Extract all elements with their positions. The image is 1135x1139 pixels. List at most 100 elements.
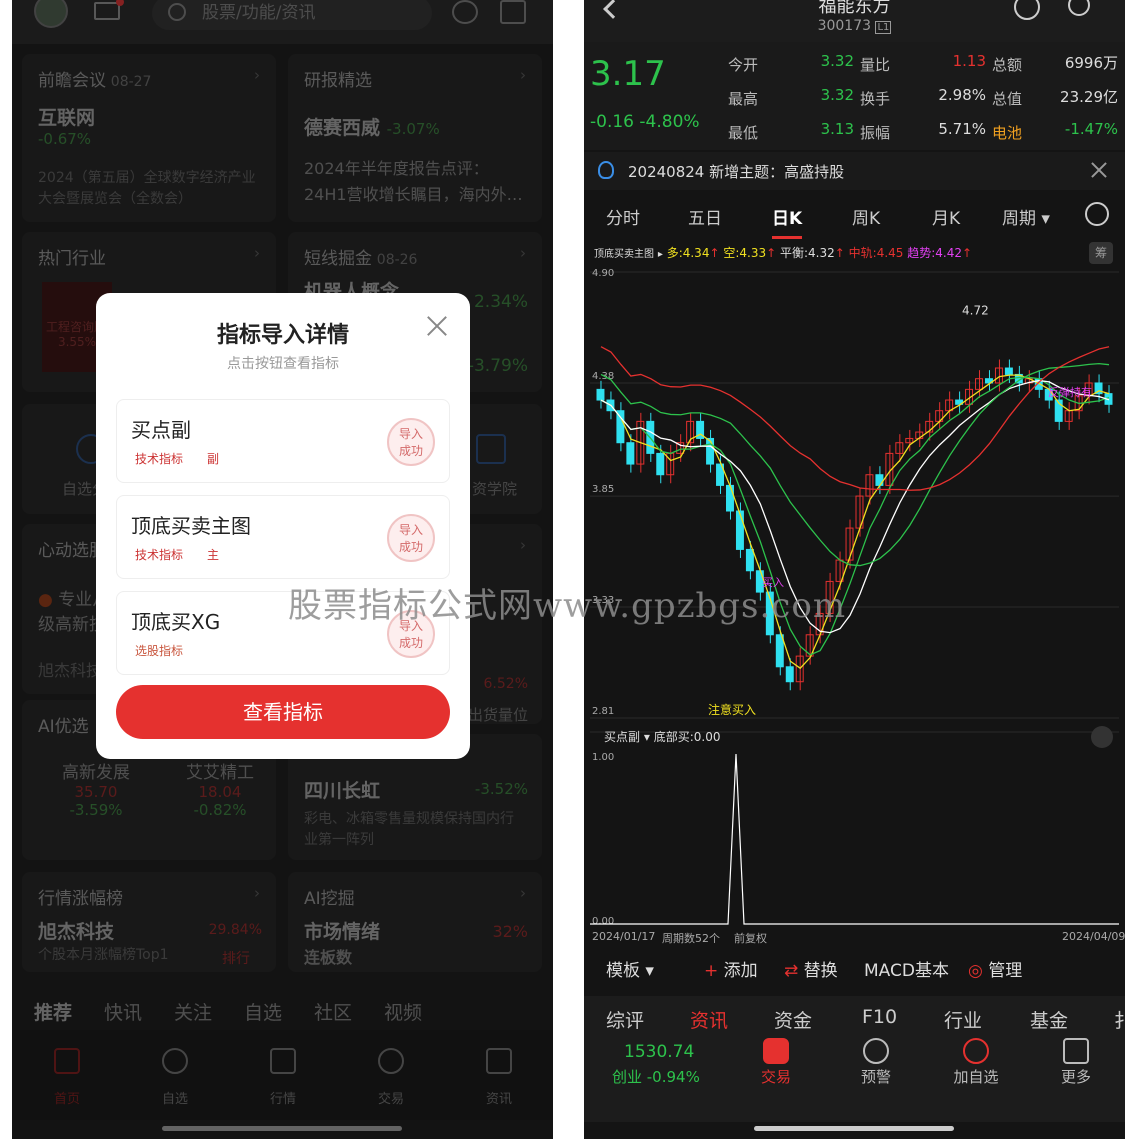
quote-panel: 3.17 -0.16 -4.80% 今开 3.32 量比 1.13 总额 699… (584, 42, 1125, 150)
stock-name: 福能东方 (818, 0, 891, 17)
nav-label: 加自选 (953, 1068, 999, 1086)
ind-value: 趋势:4.42 (907, 246, 963, 260)
nav-alert[interactable]: 预警 (836, 1038, 916, 1087)
index-label: 创业 -0.94% (612, 1068, 700, 1086)
sub-tick-label: 0.00 (592, 916, 614, 927)
add-button[interactable]: + 添加 (704, 956, 758, 981)
candle (875, 474, 884, 486)
tab-industry[interactable]: 行业 (944, 1006, 982, 1033)
tab-weekly-k[interactable]: 周K (852, 204, 880, 229)
close-icon[interactable] (424, 313, 450, 339)
sub-series (590, 753, 1119, 925)
ind-value: 空:4.33 (723, 246, 767, 260)
tab-5day[interactable]: 五日 (688, 204, 722, 229)
quote-value: 2.98% (938, 86, 986, 104)
manage-label: 管理 (988, 961, 1023, 981)
indicator-name: 顶底买XG (131, 610, 221, 634)
quote-label: 振幅 (860, 124, 891, 142)
candle (656, 452, 665, 476)
tab-funds[interactable]: 资金 (774, 1006, 812, 1033)
quote-value: 1.13 (952, 52, 986, 70)
right-screenshot: 福能东方 300173 L1 3.17 -0.16 -4.80% 今开 3.32… (584, 0, 1125, 1139)
sub-tick-label: 1.00 (592, 752, 614, 763)
quote-value: 23.29亿 (1060, 88, 1118, 106)
dialog-subtitle: 点击按钮查看指标 (227, 356, 339, 372)
candle (775, 634, 784, 668)
sub-indicator-name[interactable]: 买点副 (604, 730, 640, 744)
indicator-item[interactable]: 顶底买卖主图 技术指标 主 导入 成功 (116, 495, 450, 579)
tab-intraday[interactable]: 分时 (606, 204, 640, 229)
nav-add-selfpick[interactable]: 加自选 (936, 1038, 1016, 1087)
plus-icon: + (704, 961, 719, 981)
tab-f10[interactable]: F10 (862, 1006, 897, 1028)
last-price: 3.17 (590, 54, 666, 94)
adjust-mode[interactable]: 前复权 (734, 930, 767, 946)
candle (726, 484, 734, 512)
settings-icon[interactable] (1085, 202, 1109, 226)
level-badge: L1 (875, 21, 892, 34)
view-indicator-button[interactable]: 查看指标 (116, 685, 450, 739)
nav-more[interactable]: 更多 (1036, 1038, 1116, 1087)
indicator-item[interactable]: 买点副 技术指标 副 导入 成功 (116, 399, 450, 483)
left-screenshot: 股票/功能/资讯 前瞻会议 08-27 › 互联网 -0.67% 2024（第五… (12, 0, 553, 1139)
import-success-stamp: 导入 成功 (387, 418, 435, 466)
caret-down-icon: ▾ (643, 730, 650, 744)
plus-circle-icon (963, 1038, 989, 1064)
ind-value: 多:4.34 (666, 246, 710, 260)
stamp-line: 导入 (398, 427, 423, 441)
ma-line (600, 362, 1110, 567)
annotation-rebound: 反弹持有 (1048, 385, 1092, 399)
sector-label[interactable]: 电池 (992, 122, 1022, 143)
manage-button[interactable]: ◎ 管理 (968, 956, 1022, 981)
candle (745, 548, 754, 572)
tab-period[interactable]: 周期 ▾ (1002, 204, 1050, 229)
nav-trade[interactable]: 交易 (736, 1038, 816, 1087)
tab-news[interactable]: 资讯 (690, 1006, 728, 1033)
tab-daily-k[interactable]: 日K (772, 204, 803, 239)
quote-value: -1.47% (1064, 120, 1118, 138)
manage-icon: ◎ (968, 961, 983, 981)
caret-right-icon: ▸ (657, 249, 663, 260)
replace-label: 替换 (803, 961, 838, 981)
indicator-type: 选股指标 (135, 644, 184, 658)
template-label: 模板 (606, 961, 640, 981)
quote-value: 6996万 (1064, 54, 1118, 72)
period-count: 周期数52个 (662, 932, 720, 945)
close-icon[interactable] (1089, 160, 1109, 180)
indicator-name: 买点副 (131, 418, 191, 442)
quote-label: 最高 (728, 90, 759, 108)
indicator-name: 顶底买卖主图 (594, 249, 654, 260)
tab-fund[interactable]: 基金 (1030, 1006, 1068, 1033)
bottom-nav: 1530.74 创业 -0.94% 交易 预警 加自选 更多 (584, 1036, 1125, 1122)
tab-more[interactable]: 扌 (1114, 1006, 1125, 1033)
stock-header: 福能东方 300173 L1 (584, 0, 1125, 42)
bell-icon (863, 1038, 889, 1064)
candle (626, 442, 635, 465)
tab-overview[interactable]: 综评 (606, 1006, 644, 1033)
import-success-stamp: 导入 成功 (387, 514, 435, 562)
bulb-icon (598, 161, 614, 179)
template-button[interactable]: 模板 ▾ (606, 956, 654, 981)
stamp-line: 成功 (398, 444, 423, 458)
add-label: 添加 (723, 961, 758, 981)
indicator-import-dialog: 指标导入详情 点击按钮查看指标 买点副 技术指标 副 导入 成功 顶底买卖主图 技… (96, 293, 470, 759)
nav-label: 预警 (860, 1068, 891, 1086)
nav-label: 交易 (760, 1068, 791, 1086)
replace-button[interactable]: ⇄ 替换 (784, 956, 838, 981)
home-indicator (754, 1126, 954, 1131)
tab-monthly-k[interactable]: 月K (932, 204, 960, 229)
theme-notice[interactable]: 20240824 新增主题：高盛持股 (584, 152, 1125, 190)
indicator-position: 主 (207, 548, 220, 562)
macd-button[interactable]: MACD基本 (864, 956, 949, 981)
y-tick-label: 3.85 (592, 484, 614, 495)
y-tick-label: 4.90 (592, 268, 614, 279)
date-end: 2024/04/09 (1062, 930, 1125, 943)
candle (785, 666, 794, 683)
nav-label: 更多 (1060, 1068, 1091, 1086)
quote-label: 今开 (728, 56, 759, 74)
chip-distribution-button[interactable]: 筹 (1089, 242, 1113, 264)
quote-label: 总额 (992, 56, 1023, 74)
expand-icon[interactable] (1091, 726, 1113, 748)
stamp-line: 导入 (398, 523, 423, 537)
indicator-values[interactable]: 顶底买卖主图 ▸ 多:4.34↑ 空:4.33↑ 平衡:4.32↑ 中轨:4.4… (594, 244, 972, 261)
